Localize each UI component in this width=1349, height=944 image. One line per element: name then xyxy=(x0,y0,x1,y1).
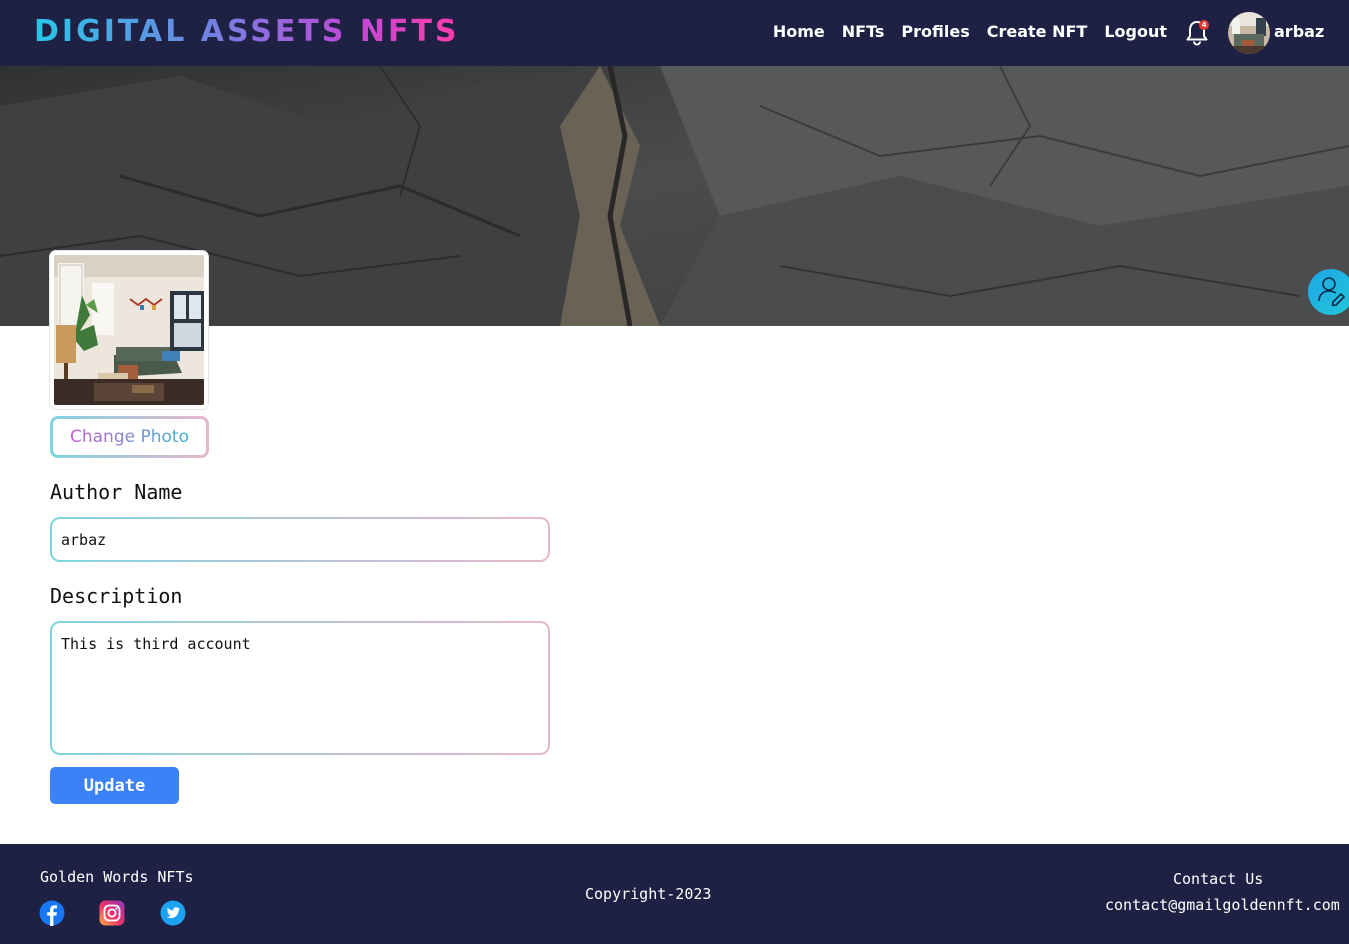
change-photo-label: Change Photo xyxy=(70,427,189,447)
change-photo-button[interactable]: Change Photo xyxy=(50,416,209,458)
description-textarea[interactable]: This is third account xyxy=(50,621,550,755)
nav-link-home[interactable]: Home xyxy=(773,19,825,45)
profile-photo xyxy=(50,251,208,409)
twitter-icon[interactable] xyxy=(160,900,186,926)
contact-us-title: Contact Us xyxy=(1173,870,1264,888)
footer: Golden Words NFTs Copyright-2023 Contact… xyxy=(0,844,1349,944)
nav-username[interactable]: arbaz xyxy=(1274,19,1324,45)
navbar: DIGITAL ASSETS NFTS Home NFTs Profiles C… xyxy=(0,0,1349,66)
footer-brand: Golden Words NFTs xyxy=(40,868,194,886)
nav-link-logout[interactable]: Logout xyxy=(1104,19,1167,45)
avatar[interactable] xyxy=(1228,12,1270,54)
notification-badge: 4 xyxy=(1199,20,1209,30)
instagram-icon[interactable] xyxy=(99,900,125,926)
user-edit-icon xyxy=(1318,277,1345,307)
floating-profile-button[interactable] xyxy=(1308,269,1349,315)
nav-links: Home NFTs Profiles Create NFT Logout xyxy=(773,19,1167,45)
brand-logo[interactable]: DIGITAL ASSETS NFTS xyxy=(34,12,460,52)
nav-link-profiles[interactable]: Profiles xyxy=(901,19,969,45)
copyright-text: Copyright-2023 xyxy=(585,885,712,903)
description-label: Description xyxy=(50,584,183,608)
author-name-input[interactable] xyxy=(50,517,550,562)
nav-link-create-nft[interactable]: Create NFT xyxy=(987,19,1088,45)
facebook-icon[interactable] xyxy=(39,900,65,926)
contact-email-link[interactable]: contact@gmailgoldennft.com xyxy=(1105,895,1340,915)
update-button[interactable]: Update xyxy=(50,767,179,804)
author-name-label: Author Name xyxy=(50,480,183,504)
nav-link-nfts[interactable]: NFTs xyxy=(842,19,885,45)
